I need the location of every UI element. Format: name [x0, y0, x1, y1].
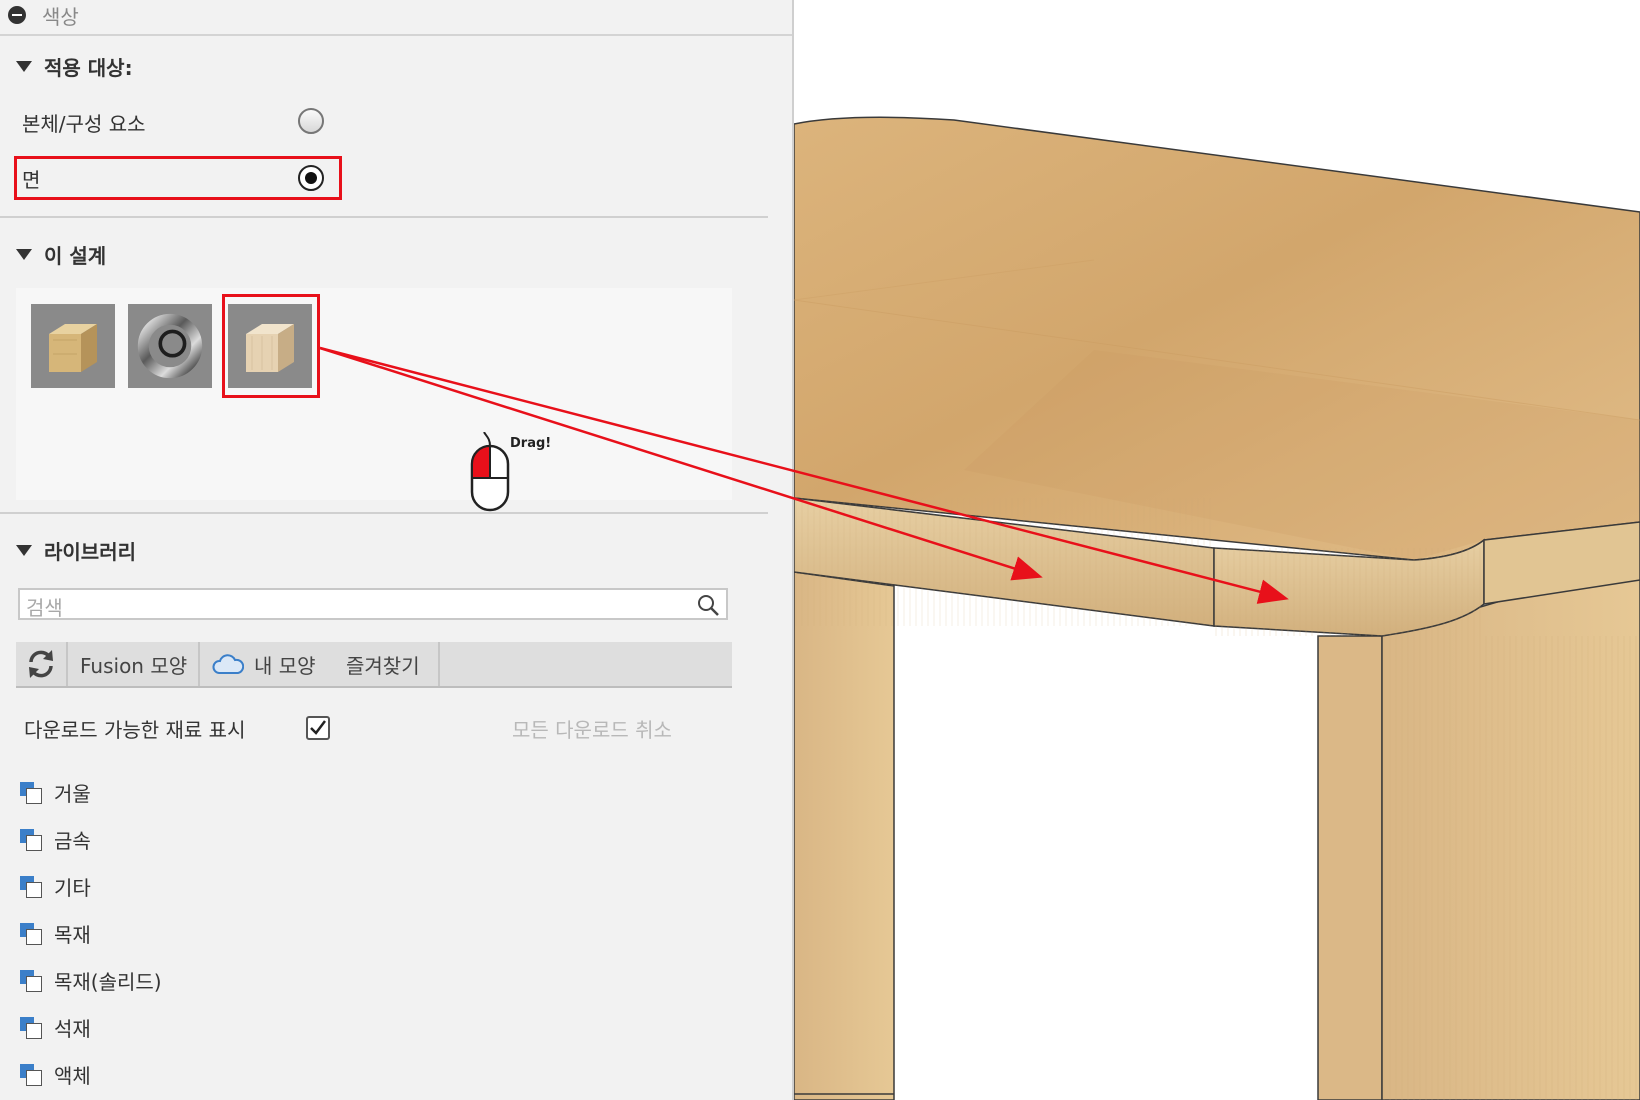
drag-hint-label: Drag! [510, 436, 552, 451]
expand-triangle-icon [16, 249, 32, 260]
face-label: 면 [22, 168, 41, 192]
folder-stack-icon [20, 969, 42, 992]
category-label: 액체 [54, 1064, 91, 1088]
library-tabs: Fusion 모양 내 모양 즐겨찾기 [16, 642, 732, 688]
face-option-highlight [14, 156, 342, 200]
tab-label: Fusion 모양 [80, 653, 188, 678]
selected-thumbnail-highlight [222, 294, 320, 398]
library-category-item[interactable]: 목재 [20, 919, 91, 948]
refresh-icon [29, 650, 53, 678]
tab-label: 내 모양 [254, 653, 316, 678]
folder-stack-icon [20, 875, 42, 898]
library-category-item[interactable]: 기타 [20, 872, 91, 901]
appearance-panel: 색상 적용 대상: 본체/구성 요소 면 이 설계 Drag! 라이브러리 검색… [0, 0, 794, 1100]
tab-my-appearances[interactable]: 내 모양 [200, 642, 334, 686]
tab-label: 즐겨찾기 [346, 653, 420, 678]
panel-title: 색상 [42, 5, 79, 29]
show-downloadable-label: 다운로드 가능한 재료 표시 [24, 718, 246, 742]
model-viewport[interactable] [794, 0, 1640, 1100]
face-radio[interactable] [298, 165, 324, 191]
mouse-drag-icon [470, 432, 510, 512]
collapse-icon[interactable] [8, 6, 26, 24]
library-category-item[interactable]: 액체 [20, 1060, 91, 1089]
this-design-heading: 이 설계 [44, 244, 107, 268]
category-label: 석재 [54, 1017, 91, 1041]
tab-fusion-appearances[interactable]: Fusion 모양 [68, 642, 200, 686]
category-label: 금속 [54, 829, 91, 853]
apply-to-section-header[interactable]: 적용 대상: [16, 52, 133, 81]
body-component-label: 본체/구성 요소 [22, 112, 146, 136]
library-search-input[interactable]: 검색 [18, 588, 728, 620]
expand-triangle-icon [16, 61, 32, 72]
refresh-button[interactable] [16, 642, 68, 686]
wood-cube-icon[interactable] [31, 304, 115, 388]
library-section-header[interactable]: 라이브러리 [16, 536, 136, 565]
panel-header: 색상 [0, 0, 792, 36]
search-icon[interactable] [696, 593, 720, 617]
show-downloadable-checkbox[interactable] [306, 716, 330, 740]
tab-favorites[interactable]: 즐겨찾기 [334, 642, 440, 686]
wooden-table-model[interactable] [794, 0, 1640, 1100]
folder-stack-icon [20, 1063, 42, 1086]
section-divider [0, 216, 768, 218]
cancel-all-downloads-link[interactable]: 모든 다운로드 취소 [512, 714, 672, 743]
this-design-section-header[interactable]: 이 설계 [16, 240, 106, 269]
library-category-item[interactable]: 목재(솔리드) [20, 966, 162, 995]
checkmark-icon [310, 720, 326, 735]
library-category-item[interactable]: 석재 [20, 1013, 91, 1042]
cloud-icon [212, 654, 244, 674]
apply-to-heading: 적용 대상: [44, 56, 133, 80]
folder-stack-icon [20, 781, 42, 804]
category-label: 기타 [54, 876, 91, 900]
section-divider [0, 512, 768, 514]
library-category-item[interactable]: 거울 [20, 778, 91, 807]
body-component-radio[interactable] [298, 108, 324, 134]
category-label: 목재 [54, 923, 91, 947]
expand-triangle-icon [16, 545, 32, 556]
chrome-ring-icon[interactable] [128, 304, 212, 388]
folder-stack-icon [20, 922, 42, 945]
library-heading: 라이브러리 [44, 540, 136, 564]
this-design-thumbnails-area [16, 288, 732, 500]
search-placeholder: 검색 [26, 596, 63, 620]
folder-stack-icon [20, 828, 42, 851]
folder-stack-icon [20, 1016, 42, 1039]
library-category-item[interactable]: 금속 [20, 825, 91, 854]
category-label: 목재(솔리드) [54, 970, 162, 994]
category-label: 거울 [54, 782, 91, 806]
